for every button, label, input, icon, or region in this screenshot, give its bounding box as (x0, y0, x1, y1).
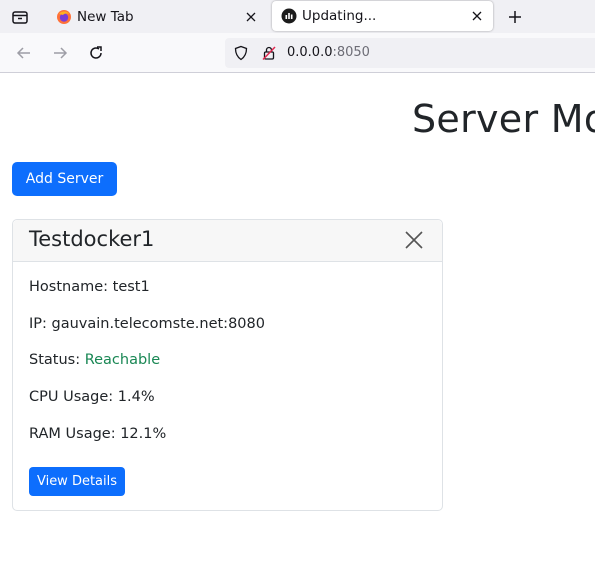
reload-icon[interactable] (86, 43, 106, 63)
ip-label: IP: (29, 316, 47, 332)
status-line: Status: Reachable (29, 352, 160, 368)
tab-bar: New Tab Updating... (0, 0, 595, 33)
firefox-icon (56, 9, 72, 25)
ram-value: 12.1% (120, 426, 167, 442)
close-icon[interactable] (404, 230, 424, 250)
url-text[interactable]: 0.0.0.0:8050 (287, 45, 370, 60)
close-tab-icon[interactable] (470, 9, 484, 23)
close-tab-icon[interactable] (244, 10, 258, 24)
shield-icon[interactable] (233, 45, 249, 61)
ram-label: RAM Usage: (29, 426, 116, 442)
hostname-label: Hostname: (29, 279, 109, 295)
new-tab-plus-icon[interactable] (504, 6, 526, 28)
status-label: Status: (29, 352, 81, 368)
url-port: :8050 (332, 45, 370, 60)
add-server-button[interactable]: Add Server (12, 162, 117, 196)
cpu-label: CPU Usage: (29, 389, 114, 405)
back-arrow-icon[interactable] (14, 43, 34, 63)
app-favicon-icon (281, 8, 297, 24)
tab-title: Updating... (302, 8, 377, 24)
hostname-value: test1 (112, 279, 150, 295)
ram-line: RAM Usage: 12.1% (29, 426, 166, 442)
ip-line: IP: gauvain.telecomste.net:8080 (29, 316, 265, 332)
url-host: 0.0.0.0 (287, 45, 333, 60)
insecure-lock-icon[interactable] (261, 45, 277, 61)
ip-value: gauvain.telecomste.net:8080 (51, 316, 265, 332)
tab-list-icon[interactable] (9, 6, 31, 28)
server-name: Testdocker1 (29, 227, 155, 251)
tab-updating[interactable]: Updating... (272, 1, 493, 31)
forward-arrow-icon[interactable] (50, 43, 70, 63)
view-details-button[interactable]: View Details (29, 467, 125, 496)
server-card: Testdocker1 Hostname: test1 IP: gauvain.… (12, 219, 443, 511)
server-card-header: Testdocker1 (13, 220, 442, 262)
status-value: Reachable (84, 352, 161, 368)
cpu-value: 1.4% (117, 389, 155, 405)
page-title: Server Mo (412, 97, 595, 141)
address-bar[interactable]: 0.0.0.0:8050 (225, 38, 595, 68)
tab-title: New Tab (77, 8, 134, 25)
tab-new-tab[interactable]: New Tab (44, 0, 270, 33)
cpu-line: CPU Usage: 1.4% (29, 389, 155, 405)
navigation-bar: 0.0.0.0:8050 (0, 33, 595, 73)
hostname-line: Hostname: test1 (29, 279, 150, 295)
